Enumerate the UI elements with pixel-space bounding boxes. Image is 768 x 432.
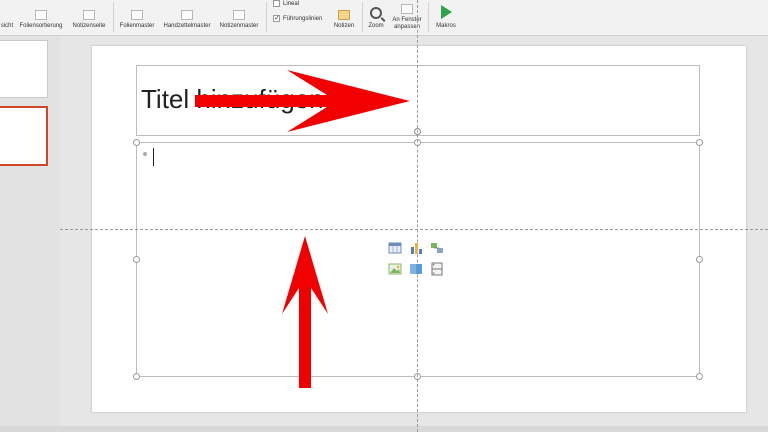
ruler-checkbox-label: Lineal bbox=[283, 0, 300, 7]
slide-sorter-button[interactable]: Foliensortierung bbox=[17, 0, 65, 30]
text-cursor bbox=[153, 148, 154, 166]
guides-checkbox[interactable]: ✓ Führungslinien bbox=[273, 15, 322, 22]
fit-to-window-icon bbox=[401, 4, 413, 14]
ruler-checkbox[interactable]: Lineal bbox=[273, 0, 299, 7]
zoom-button[interactable]: Zoom bbox=[365, 0, 387, 30]
slide-thumbnail-pane bbox=[0, 36, 60, 432]
resize-handle[interactable] bbox=[696, 256, 703, 263]
notes-page-label: Notizenseite bbox=[72, 23, 106, 29]
horizontal-guide[interactable] bbox=[60, 229, 768, 230]
insert-picture-icon[interactable] bbox=[388, 262, 402, 276]
fit-to-window-button[interactable]: An Fenster anpassen bbox=[389, 0, 425, 31]
handout-master-label: Handzettelmaster bbox=[163, 23, 211, 29]
resize-handle[interactable] bbox=[133, 373, 140, 380]
guides-checkbox-label: Führungslinien bbox=[283, 15, 323, 22]
notes-master-label: Notizenmaster bbox=[219, 23, 259, 29]
insert-video-icon[interactable] bbox=[430, 262, 444, 276]
slide-master-icon bbox=[131, 10, 143, 20]
notes-button[interactable]: Notizen bbox=[330, 0, 358, 30]
bullet-icon bbox=[143, 152, 147, 156]
resize-handle[interactable] bbox=[133, 256, 140, 263]
ribbon-separator bbox=[266, 2, 267, 32]
notes-master-button[interactable]: Notizenmaster bbox=[216, 0, 262, 30]
macros-label: Makros bbox=[436, 23, 456, 29]
play-icon bbox=[440, 5, 452, 19]
resize-handle[interactable] bbox=[696, 373, 703, 380]
right-arrow-annotation bbox=[195, 70, 410, 132]
resize-handle[interactable] bbox=[133, 139, 140, 146]
ribbon-separator bbox=[428, 2, 429, 32]
zoom-label: Zoom bbox=[368, 23, 384, 29]
notes-page-icon bbox=[83, 10, 95, 20]
handout-master-button[interactable]: Handzettelmaster bbox=[160, 0, 214, 30]
slide-thumbnail[interactable] bbox=[0, 40, 48, 98]
insert-chart-icon[interactable] bbox=[409, 241, 423, 255]
insert-content-icons bbox=[388, 241, 448, 279]
magnifier-icon bbox=[370, 7, 382, 19]
notes-master-icon bbox=[233, 10, 245, 20]
insert-table-icon[interactable] bbox=[388, 241, 402, 255]
notes-page-button[interactable]: Notizenseite bbox=[68, 0, 110, 30]
up-arrow-annotation bbox=[282, 236, 328, 388]
ribbon-separator bbox=[113, 2, 114, 32]
ruler-checkbox-box[interactable] bbox=[273, 0, 280, 7]
notes-icon bbox=[338, 10, 350, 20]
insert-online-picture-icon[interactable] bbox=[409, 262, 423, 276]
vertical-guide[interactable] bbox=[417, 0, 418, 432]
slide-master-label: Folienmaster bbox=[119, 23, 155, 29]
handout-master-icon bbox=[181, 10, 193, 20]
slide-sorter-label: Foliensortierung bbox=[19, 23, 63, 29]
resize-handle[interactable] bbox=[696, 139, 703, 146]
normal-view-button[interactable]: sicht bbox=[0, 0, 14, 30]
slide-master-button[interactable]: Folienmaster bbox=[116, 0, 158, 30]
ribbon-separator bbox=[362, 2, 363, 32]
insert-smartart-icon[interactable] bbox=[430, 241, 444, 255]
normal-view-label: sicht bbox=[0, 23, 14, 29]
ribbon: sicht Foliensortierung Notizenseite Foli… bbox=[0, 0, 768, 36]
slide-thumbnail-selected[interactable] bbox=[0, 106, 48, 166]
slide-sorter-icon bbox=[35, 10, 47, 20]
macros-button[interactable]: Makros bbox=[432, 0, 460, 30]
notes-label: Notizen bbox=[333, 23, 355, 29]
checkmark-icon[interactable]: ✓ bbox=[273, 15, 280, 22]
status-bar bbox=[0, 426, 768, 432]
